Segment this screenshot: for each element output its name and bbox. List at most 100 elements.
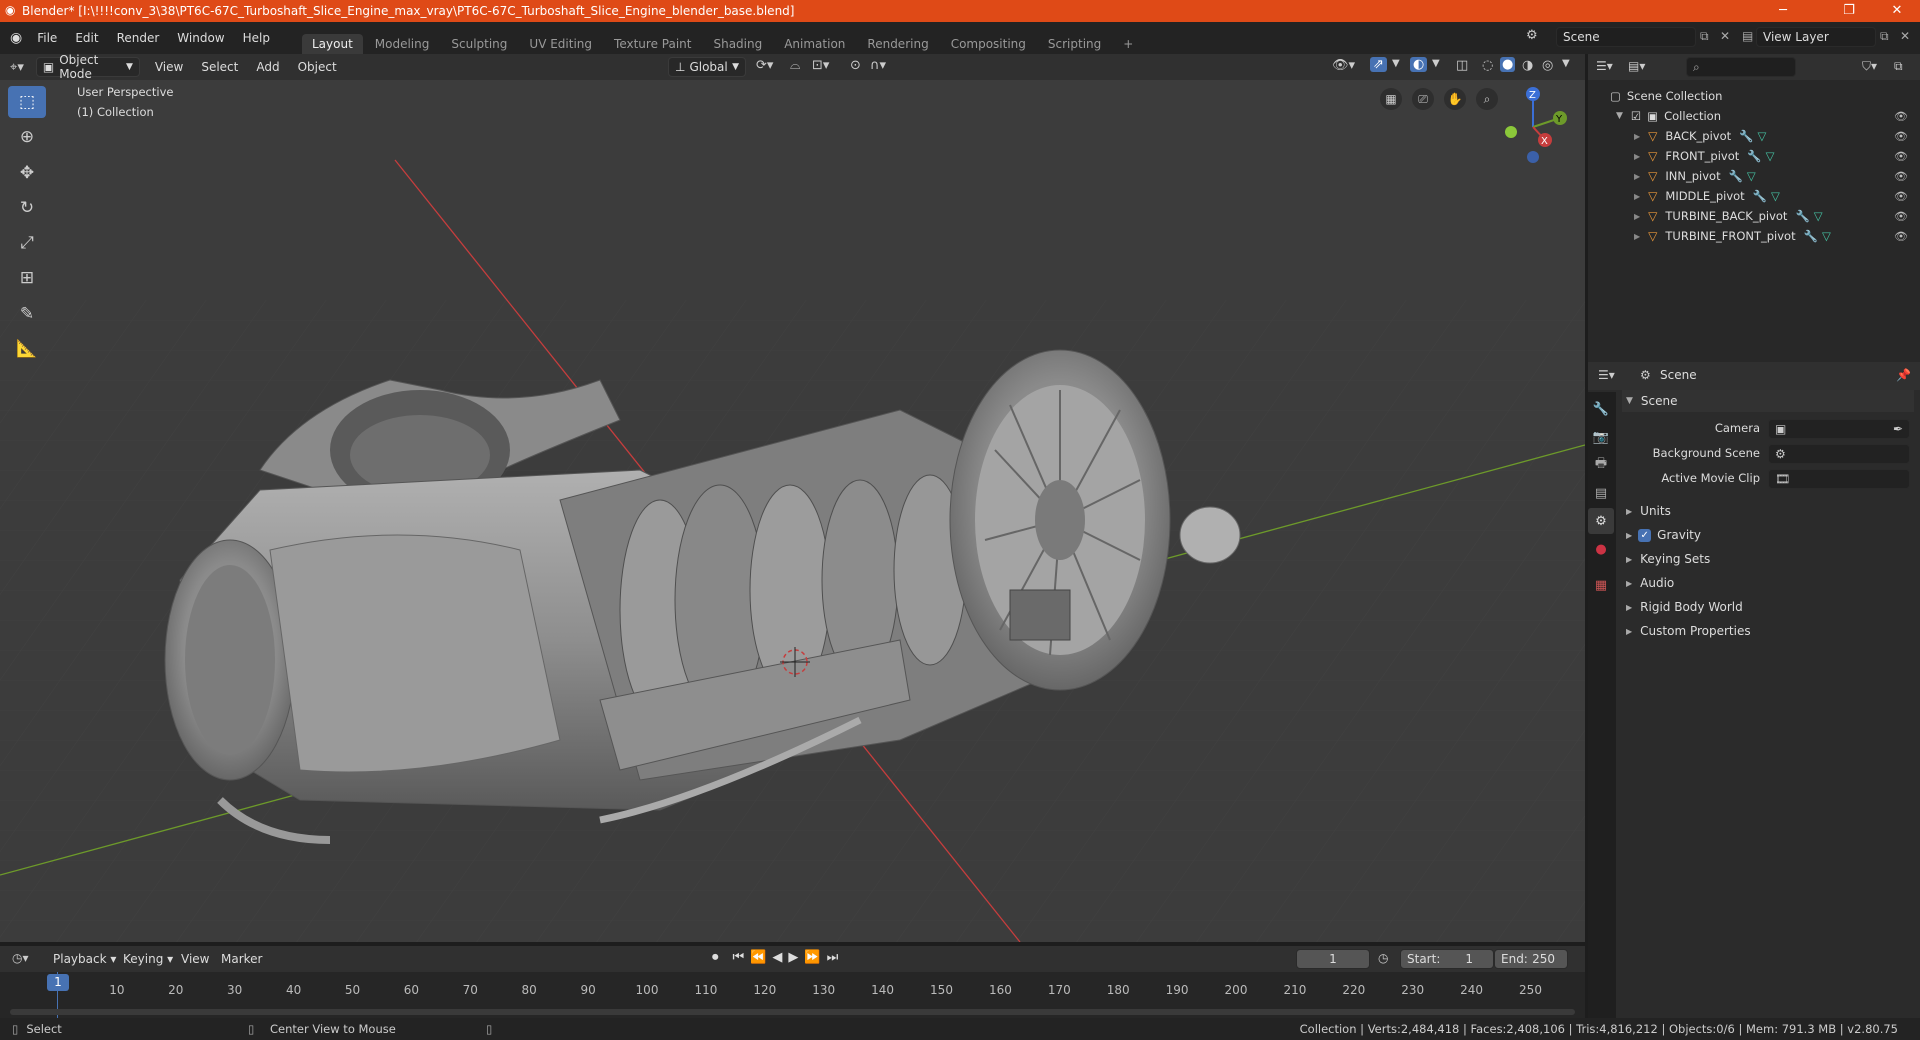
next-keyframe-icon[interactable]: ⏩: [804, 950, 820, 965]
units-panel-header[interactable]: ▶ Units: [1622, 500, 1914, 522]
tab-rendering[interactable]: Rendering: [857, 34, 938, 54]
keying-sets-panel-header[interactable]: ▶ Keying Sets: [1622, 548, 1914, 570]
checkbox-icon[interactable]: ☑: [1631, 109, 1641, 123]
tab-output[interactable]: 🖶: [1588, 452, 1614, 478]
filter-icon[interactable]: ⛉▾: [1862, 59, 1877, 74]
tab-compositing[interactable]: Compositing: [941, 34, 1036, 54]
menu-marker[interactable]: Marker: [212, 952, 271, 966]
chevron-down-icon[interactable]: ▼: [1562, 58, 1570, 69]
scale-tool[interactable]: ⤢: [8, 227, 46, 259]
play-reverse-icon[interactable]: ◀: [772, 950, 782, 965]
snap-target-icon[interactable]: ⊡▾: [812, 58, 829, 73]
snap-icon[interactable]: ⌓: [790, 58, 800, 73]
scene-panel-header[interactable]: ▼ Scene: [1622, 390, 1914, 412]
tab-sculpting[interactable]: Sculpting: [441, 34, 517, 54]
play-icon[interactable]: ▶: [788, 950, 798, 965]
outliner-editor-icon[interactable]: ☰▾: [1596, 59, 1613, 73]
menu-render[interactable]: Render: [108, 31, 169, 45]
expand-arrow-icon[interactable]: ▼: [1616, 111, 1623, 121]
tab-shading[interactable]: Shading: [703, 34, 772, 54]
proportional-editing-icon[interactable]: ⊙: [850, 58, 861, 73]
active-movie-clip-field[interactable]: 🎞: [1768, 469, 1910, 489]
scene-selector[interactable]: Scene: [1556, 27, 1696, 47]
toggle-perspective-icon[interactable]: ▦: [1380, 88, 1402, 110]
outliner-scene-collection[interactable]: ▢ Scene Collection: [1610, 86, 1722, 106]
timeline-editor-icon[interactable]: ◷▾: [12, 951, 29, 965]
pivot-point-icon[interactable]: ⟳▾: [756, 58, 773, 73]
add-workspace-button[interactable]: +: [1113, 34, 1143, 54]
menu-window[interactable]: Window: [168, 31, 233, 45]
move-tool[interactable]: ✥: [8, 157, 46, 189]
display-mode-icon[interactable]: ▤▾: [1628, 59, 1645, 73]
expand-arrow-icon[interactable]: ▶: [1634, 212, 1640, 221]
menu-object[interactable]: Object: [289, 60, 346, 74]
eye-icon[interactable]: 👁: [1894, 190, 1908, 203]
record-icon[interactable]: ⏺: [712, 950, 719, 965]
eye-icon[interactable]: 👁: [1894, 210, 1908, 223]
eyedropper-icon[interactable]: ✒: [1893, 422, 1903, 436]
custom-properties-panel-header[interactable]: ▶ Custom Properties: [1622, 620, 1914, 642]
annotate-tool[interactable]: ✎: [8, 298, 46, 330]
outliner-object[interactable]: ▶ ▽ INN_pivot 🔧 ▽ 👁: [1634, 166, 1916, 186]
outliner-object[interactable]: ▶ ▽ TURBINE_BACK_pivot 🔧 ▽ 👁: [1634, 206, 1916, 226]
3d-viewport[interactable]: User Perspective (1) Collection ▦ ⎚ ✋ ⌕ …: [0, 80, 1585, 942]
mode-selector[interactable]: ▣ Object Mode ▼: [35, 53, 140, 81]
measure-tool[interactable]: 📐: [8, 333, 46, 365]
view-layer-selector[interactable]: View Layer: [1756, 27, 1876, 47]
tab-view-layer[interactable]: ▤: [1588, 480, 1614, 506]
tab-scene[interactable]: ⚙: [1588, 508, 1614, 534]
falloff-icon[interactable]: ∩▾: [870, 58, 886, 73]
gizmo-toggle-icon[interactable]: ⇗: [1370, 57, 1387, 72]
xray-toggle-icon[interactable]: ◫: [1456, 58, 1468, 73]
tab-tool[interactable]: 🔧: [1588, 396, 1614, 422]
eye-icon[interactable]: 👁: [1894, 130, 1908, 143]
end-frame-field[interactable]: End: 250: [1494, 949, 1568, 969]
eye-icon[interactable]: 👁: [1894, 110, 1908, 123]
preview-range-icon[interactable]: ◷: [1378, 951, 1388, 965]
expand-arrow-icon[interactable]: ▶: [1634, 232, 1640, 241]
gravity-panel-header[interactable]: ▶ ✓ Gravity: [1622, 524, 1914, 546]
menu-help[interactable]: Help: [234, 31, 279, 45]
expand-arrow-icon[interactable]: ▶: [1634, 132, 1640, 141]
start-frame-field[interactable]: Start: 1: [1400, 949, 1494, 969]
minimize-button[interactable]: ─: [1760, 0, 1806, 22]
outliner-object[interactable]: ▶ ▽ MIDDLE_pivot 🔧 ▽ 👁: [1634, 186, 1916, 206]
jump-end-icon[interactable]: ⏭: [827, 950, 839, 965]
cursor-tool[interactable]: ⊕: [8, 121, 46, 153]
rotate-tool[interactable]: ↻: [8, 192, 46, 224]
menu-view[interactable]: View: [146, 60, 192, 74]
menu-add[interactable]: Add: [247, 60, 288, 74]
tab-modeling[interactable]: Modeling: [365, 34, 440, 54]
menu-edit[interactable]: Edit: [66, 31, 107, 45]
chevron-down-icon[interactable]: ▼: [1432, 58, 1440, 69]
tab-texture[interactable]: ▦: [1588, 572, 1614, 598]
tab-render[interactable]: 📷: [1588, 424, 1614, 450]
overlays-toggle-icon[interactable]: ◐: [1410, 57, 1428, 72]
menu-select[interactable]: Select: [192, 60, 247, 74]
tab-uv-editing[interactable]: UV Editing: [519, 34, 602, 54]
restore-button[interactable]: ❐: [1826, 0, 1872, 22]
expand-arrow-icon[interactable]: ▶: [1634, 172, 1640, 181]
transform-tool[interactable]: ⊞: [8, 262, 46, 294]
tab-texture-paint[interactable]: Texture Paint: [604, 34, 701, 54]
menu-file[interactable]: File: [28, 31, 66, 45]
playhead-frame-indicator[interactable]: 1: [47, 974, 69, 991]
outliner-search-input[interactable]: ⌕: [1686, 57, 1796, 77]
new-scene-icon[interactable]: ⧉: [1700, 29, 1709, 44]
wireframe-shading-icon[interactable]: ◌: [1482, 58, 1493, 73]
pin-icon[interactable]: 📌: [1896, 368, 1911, 382]
material-shading-icon[interactable]: ◑: [1522, 58, 1533, 73]
gravity-checkbox[interactable]: ✓: [1638, 528, 1652, 542]
new-collection-icon[interactable]: ⧉: [1894, 59, 1903, 74]
properties-editor-icon[interactable]: ☰▾: [1598, 368, 1615, 382]
visibility-icon[interactable]: 👁▾: [1332, 58, 1355, 73]
timeline-scrollbar[interactable]: [10, 1009, 1575, 1015]
current-frame-field[interactable]: 1: [1296, 949, 1370, 969]
rendered-shading-icon[interactable]: ◎: [1542, 58, 1553, 73]
rigid-body-world-panel-header[interactable]: ▶ Rigid Body World: [1622, 596, 1914, 618]
tab-layout[interactable]: Layout: [301, 34, 363, 54]
outliner-object[interactable]: ▶ ▽ FRONT_pivot 🔧 ▽ 👁: [1634, 146, 1916, 166]
remove-scene-icon[interactable]: ✕: [1720, 29, 1730, 43]
expand-arrow-icon[interactable]: ▶: [1634, 192, 1640, 201]
blender-menu-icon[interactable]: ◉: [10, 30, 22, 46]
